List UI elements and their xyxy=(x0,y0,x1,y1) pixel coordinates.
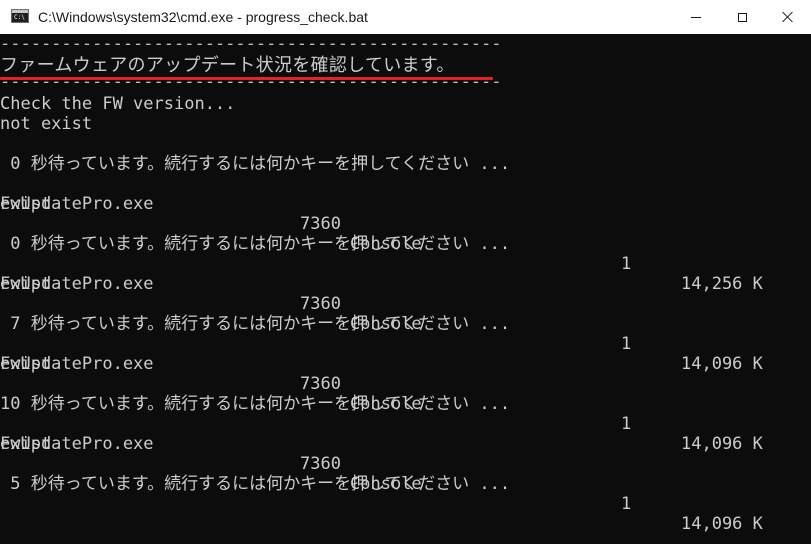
process-memory: 14,256 K xyxy=(681,274,763,294)
minimize-icon xyxy=(691,16,701,18)
process-session-number: 1 xyxy=(621,494,632,514)
separator-line: ----------------------------------------… xyxy=(0,72,500,92)
status-line: exist xyxy=(0,354,52,374)
separator-line: ----------------------------------------… xyxy=(0,34,500,54)
process-pid: 7360 xyxy=(300,454,341,474)
process-row: FwUpdatePro.exe 7360 Console 1 14,256 K xyxy=(0,174,811,294)
process-pid: 7360 xyxy=(300,374,341,394)
process-memory: 14,096 K xyxy=(681,514,763,534)
status-line: exist xyxy=(0,274,52,294)
process-memory: 14,096 K xyxy=(681,354,763,374)
title-bar[interactable]: C:\ C:\Windows\system32\cmd.exe - progre… xyxy=(0,0,811,34)
close-button[interactable] xyxy=(765,0,811,34)
cmd-icon[interactable]: C:\ xyxy=(11,9,29,23)
maximize-button[interactable] xyxy=(719,0,765,34)
wait-line: 7 秒待っています。続行するには何かキーを押してください ... xyxy=(0,314,511,334)
wait-line: 0 秒待っています。続行するには何かキーを押してください ... xyxy=(0,234,511,254)
status-line: not exist xyxy=(0,114,93,134)
process-pid: 7360 xyxy=(300,294,341,314)
process-pid: 7360 xyxy=(300,214,341,234)
close-icon xyxy=(782,11,794,23)
status-line: exist xyxy=(0,434,52,454)
window-title: C:\Windows\system32\cmd.exe - progress_c… xyxy=(38,9,368,25)
wait-line: 0 秒待っています。続行するには何かキーを押してください ... xyxy=(0,154,511,174)
console-output[interactable]: ----------------------------------------… xyxy=(0,34,811,544)
process-row: FwUpdatePro.exe 7360 Console 1 14,096 K xyxy=(0,254,811,374)
process-memory: 14,096 K xyxy=(681,434,763,454)
cmd-window: C:\ C:\Windows\system32\cmd.exe - progre… xyxy=(0,0,811,544)
maximize-icon xyxy=(737,12,747,22)
minimize-button[interactable] xyxy=(673,0,719,34)
status-line: exist xyxy=(0,194,52,214)
process-row: FwUpdatePro.exe 7360 Console 1 14,096 K xyxy=(0,334,811,454)
wait-line: 10 秒待っています。続行するには何かキーを押してください ... xyxy=(0,394,511,414)
process-row: FwUpdatePro.exe 7360 Console 1 14,096 K xyxy=(0,414,811,534)
check-line: Check the FW version... xyxy=(0,94,236,114)
wait-line: 5 秒待っています。続行するには何かキーを押してください ... xyxy=(0,474,511,494)
